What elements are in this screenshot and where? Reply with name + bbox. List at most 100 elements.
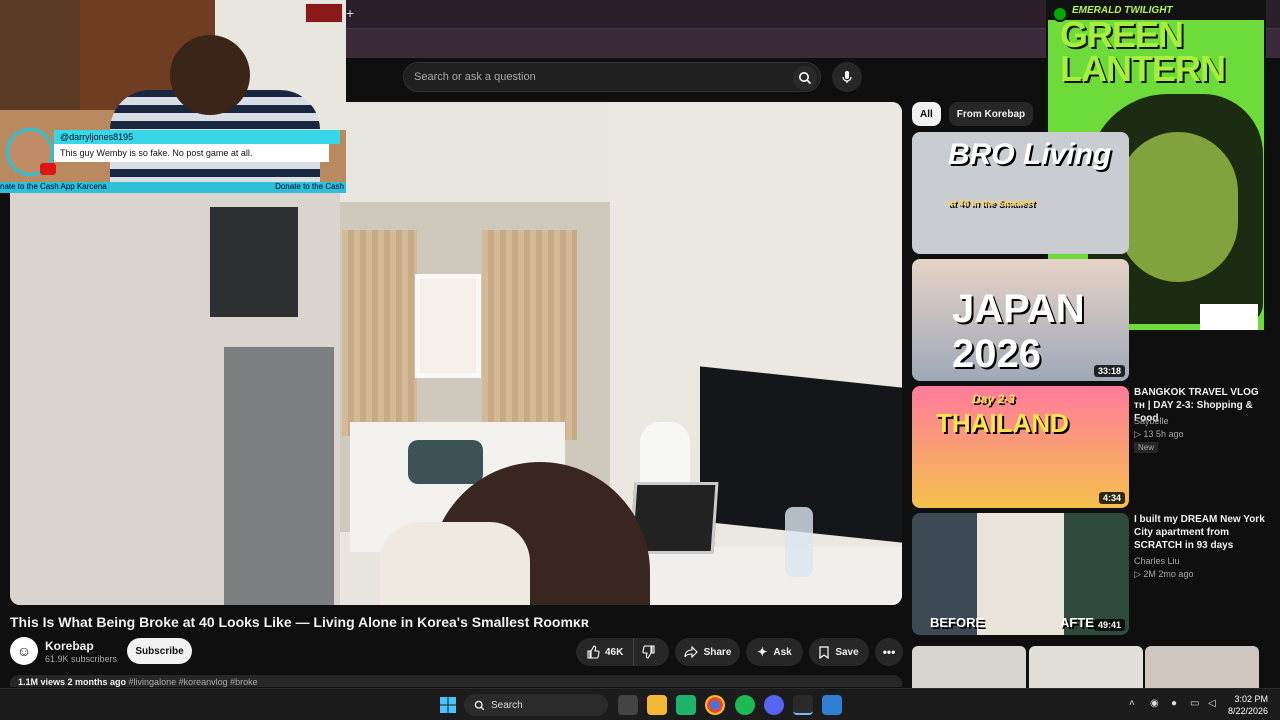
thumbs-up-icon	[587, 645, 600, 659]
mic-tray-icon[interactable]: ●	[1171, 698, 1177, 709]
rec-thumbnail[interactable]: BEFORE AFTE 49:41	[912, 513, 1129, 635]
chip-from-channel[interactable]: From Korebap	[948, 102, 1034, 126]
rec-title[interactable]: I built my DREAM New York City apartment…	[1134, 513, 1269, 552]
search-icon	[474, 700, 485, 710]
thumb-text: JAPAN 2026	[952, 287, 1085, 376]
bookmark-icon	[819, 645, 829, 659]
start-button[interactable]	[438, 695, 458, 715]
network-icon[interactable]: ▭	[1190, 698, 1199, 709]
thumb-text: BEFORE	[930, 615, 985, 630]
discord-icon[interactable]	[764, 695, 784, 715]
thumbs-down-icon	[642, 645, 655, 659]
webcam-overlay: @darryljones8195 This guy Wemby is so fa…	[0, 0, 346, 193]
video-frame-blanket	[408, 440, 483, 484]
video-description-box[interactable]: 1.1M views 2 months ago #livingalone #ko…	[10, 675, 902, 687]
comic-title: GREEN LANTERN	[1060, 14, 1226, 89]
rec-thumbnail[interactable]	[912, 646, 1026, 688]
like-button[interactable]: 46K	[576, 638, 635, 666]
youtube-icon	[40, 163, 56, 175]
subscribe-button[interactable]: Subscribe	[127, 638, 192, 664]
task-view-icon[interactable]	[618, 695, 638, 715]
search-box[interactable]: Search or ask a question	[403, 62, 821, 92]
new-tab-button[interactable]: +	[346, 5, 354, 21]
browser-app-icon[interactable]	[793, 695, 813, 715]
rec-thumbnail[interactable]: JAPAN 2026 33:18	[912, 259, 1129, 381]
video-title: This Is What Being Broke at 40 Looks Lik…	[10, 614, 589, 630]
sparkle-icon: ✦	[757, 645, 768, 659]
search-button[interactable]	[793, 66, 817, 90]
like-count: 46K	[605, 646, 624, 658]
rec-thumbnail[interactable]: Day 2-3 THAILAND 4:34	[912, 386, 1129, 508]
video-frame-fridge	[224, 347, 334, 605]
video-frame-curtain	[482, 230, 577, 440]
ask-label: Ask	[773, 646, 792, 658]
rec-channel[interactable]: Saybelle	[1134, 416, 1169, 426]
store-icon[interactable]	[676, 695, 696, 715]
channel-avatar[interactable]: ☺	[10, 637, 38, 665]
comic-art-highlight	[1118, 132, 1238, 282]
video-frame-microwave	[210, 207, 298, 317]
rec-meta: ▷ 2M 2mo ago	[1134, 569, 1194, 579]
video-frame-bottle	[785, 507, 813, 577]
hashtags[interactable]: #livingalone #koreanvlog #broke	[129, 677, 258, 687]
chat-highlight: @darryljones8195 This guy Wemby is so fa…	[0, 128, 346, 193]
chat-message: This guy Wemby is so fake. No post game …	[54, 144, 329, 162]
streamer-head	[170, 35, 250, 115]
photos-icon[interactable]	[822, 695, 842, 715]
video-frame-window	[415, 274, 481, 378]
search-input[interactable]: Search or ask a question	[414, 71, 536, 83]
rec-thumbnail[interactable]	[1145, 646, 1259, 688]
subscriber-count: 61.9K subscribers	[45, 654, 118, 664]
windows-taskbar: Search ˄ ◉ ● ▭ ◁ 3:02 PM 8/22/2026	[0, 688, 1280, 720]
thumb-subtext: at 40 in the Smallest	[948, 198, 1035, 208]
donation-ticker-left: nate to the Cash App Karcena	[0, 182, 107, 191]
volume-icon[interactable]: ◁	[1208, 698, 1216, 709]
more-icon: •••	[882, 645, 896, 659]
spotify-icon[interactable]	[735, 695, 755, 715]
save-button[interactable]: Save	[809, 638, 869, 666]
view-count: 1.1M views 2 months ago	[18, 677, 127, 687]
duration-badge: 49:41	[1093, 619, 1125, 631]
voice-search-button[interactable]	[832, 62, 862, 92]
clock-date: 8/22/2026	[1227, 706, 1268, 716]
donation-ticker: nate to the Cash App Karcena Donate to t…	[0, 182, 346, 193]
ask-button[interactable]: ✦ Ask	[746, 638, 803, 666]
thumb-text: BRO Living	[948, 138, 1112, 171]
video-frame-kettle	[640, 422, 690, 487]
dislike-button[interactable]	[634, 645, 664, 659]
file-explorer-icon[interactable]	[647, 695, 667, 715]
discord-tray-icon[interactable]: ◉	[1150, 698, 1159, 709]
video-frame-shirt	[380, 522, 530, 605]
donation-ticker-right: Donate to the Cash	[275, 182, 344, 191]
taskbar-search[interactable]: Search	[464, 694, 608, 716]
rec-meta: ▷ 13 5h ago	[1134, 429, 1184, 439]
duration-badge: 4:34	[1098, 492, 1125, 504]
share-icon	[684, 646, 698, 658]
tray-overflow-icon[interactable]: ˄	[1129, 698, 1135, 709]
rec-channel[interactable]: Charles Liu	[1134, 556, 1180, 566]
video-frame-desk	[610, 547, 902, 605]
webcam-background	[0, 0, 80, 110]
chrome-icon[interactable]	[705, 695, 725, 715]
taskbar-search-label: Search	[491, 699, 523, 711]
rec-thumbnail[interactable]: BRO Living at 40 in the Smallest	[912, 132, 1129, 254]
thumb-text: THAILAND	[936, 408, 1069, 438]
video-frame-curtain	[342, 230, 417, 436]
chip-all[interactable]: All	[912, 102, 941, 126]
save-label: Save	[835, 646, 859, 658]
new-badge: New	[1134, 442, 1159, 453]
thumb-subtext: Day 2-3	[972, 392, 1015, 406]
channel-name[interactable]: Korebap	[45, 639, 94, 653]
thumb-subtext: AFTE	[1060, 615, 1094, 630]
stream-logo	[305, 3, 343, 23]
search-icon	[799, 72, 812, 85]
duration-badge: 33:18	[1093, 365, 1125, 377]
microphone-icon	[842, 71, 852, 83]
chat-username: @darryljones8195	[54, 130, 340, 144]
rec-thumbnail[interactable]	[1029, 646, 1143, 688]
share-label: Share	[703, 646, 732, 658]
share-button[interactable]: Share	[675, 638, 740, 666]
more-actions-button[interactable]: •••	[875, 638, 903, 666]
system-clock[interactable]: 3:02 PM 8/22/2026	[1224, 693, 1268, 717]
windows-logo-icon	[440, 697, 456, 713]
